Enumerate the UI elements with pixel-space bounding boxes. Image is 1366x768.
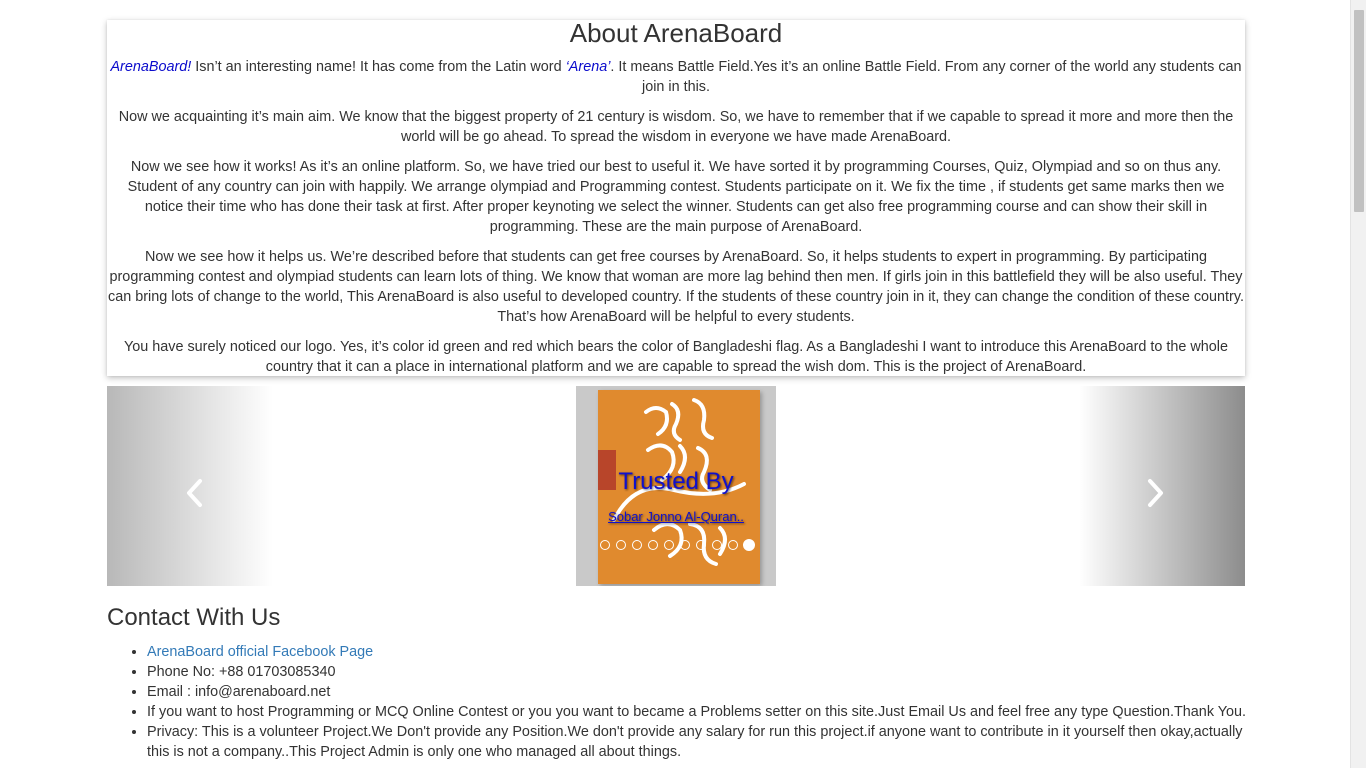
carousel-indicator[interactable]	[712, 540, 722, 550]
carousel-indicator[interactable]	[616, 540, 626, 550]
list-item: If you want to host Programming or MCQ O…	[147, 702, 1247, 722]
carousel-indicator[interactable]	[664, 540, 674, 550]
facebook-page-link[interactable]: ArenaBoard official Facebook Page	[147, 644, 373, 660]
about-paragraph-4: Now we see how it helps us. We’re descri…	[108, 249, 1244, 325]
carousel-caption-title: Trusted By	[618, 468, 734, 495]
about-paragraph-1: ArenaBoard! Isn’t an interesting name! I…	[107, 57, 1245, 97]
carousel-indicator[interactable]	[632, 540, 642, 550]
page-scrollbar[interactable]	[1350, 0, 1366, 768]
carousel-indicator[interactable]	[680, 540, 690, 550]
contact-list: ArenaBoard official Facebook Page Phone …	[147, 642, 1247, 762]
carousel-prev-button[interactable]	[107, 386, 273, 586]
chevron-left-icon	[187, 479, 202, 507]
list-item: ArenaBoard official Facebook Page	[147, 642, 1247, 662]
list-item: Privacy: This is a volunteer Project.We …	[147, 722, 1247, 762]
list-item: Email : info@arenaboard.net	[147, 682, 1247, 702]
carousel-indicator[interactable]	[696, 540, 706, 550]
carousel-indicator[interactable]	[728, 540, 738, 550]
about-text: Isn’t an interesting name! It has come f…	[191, 59, 566, 75]
latin-word: ‘Arena’	[565, 59, 611, 75]
about-paragraph-3: Now we see how it works! As it’s an onli…	[127, 159, 1225, 235]
about-text: . It means Battle Field.Yes it’s an onli…	[610, 59, 1242, 95]
carousel-next-button[interactable]	[1079, 386, 1245, 586]
carousel-indicator[interactable]	[648, 540, 658, 550]
carousel-indicator[interactable]	[600, 540, 610, 550]
carousel-indicators	[598, 538, 758, 552]
carousel-caption-link[interactable]: Sobar Jonno Al-Quran..	[576, 509, 776, 524]
carousel-slide: Trusted By Sobar Jonno Al-Quran..	[576, 386, 776, 586]
about-paragraph-5: You have surely noticed our logo. Yes, i…	[124, 339, 1228, 375]
scrollbar-thumb[interactable]	[1354, 10, 1364, 212]
brand-name: ArenaBoard!	[110, 59, 192, 75]
about-paragraph-2: Now we acquainting it’s main aim. We kno…	[118, 109, 1234, 145]
trusted-by-carousel: Trusted By Sobar Jonno Al-Quran..	[107, 386, 1245, 586]
about-panel: About ArenaBoard ArenaBoard! Isn’t an in…	[107, 20, 1245, 376]
contact-title: Contact With Us	[107, 604, 281, 631]
carousel-indicator-active[interactable]	[743, 539, 755, 551]
about-title: About ArenaBoard	[569, 18, 783, 48]
chevron-right-icon	[1148, 479, 1163, 507]
list-item: Phone No: +88 01703085340	[147, 662, 1247, 682]
